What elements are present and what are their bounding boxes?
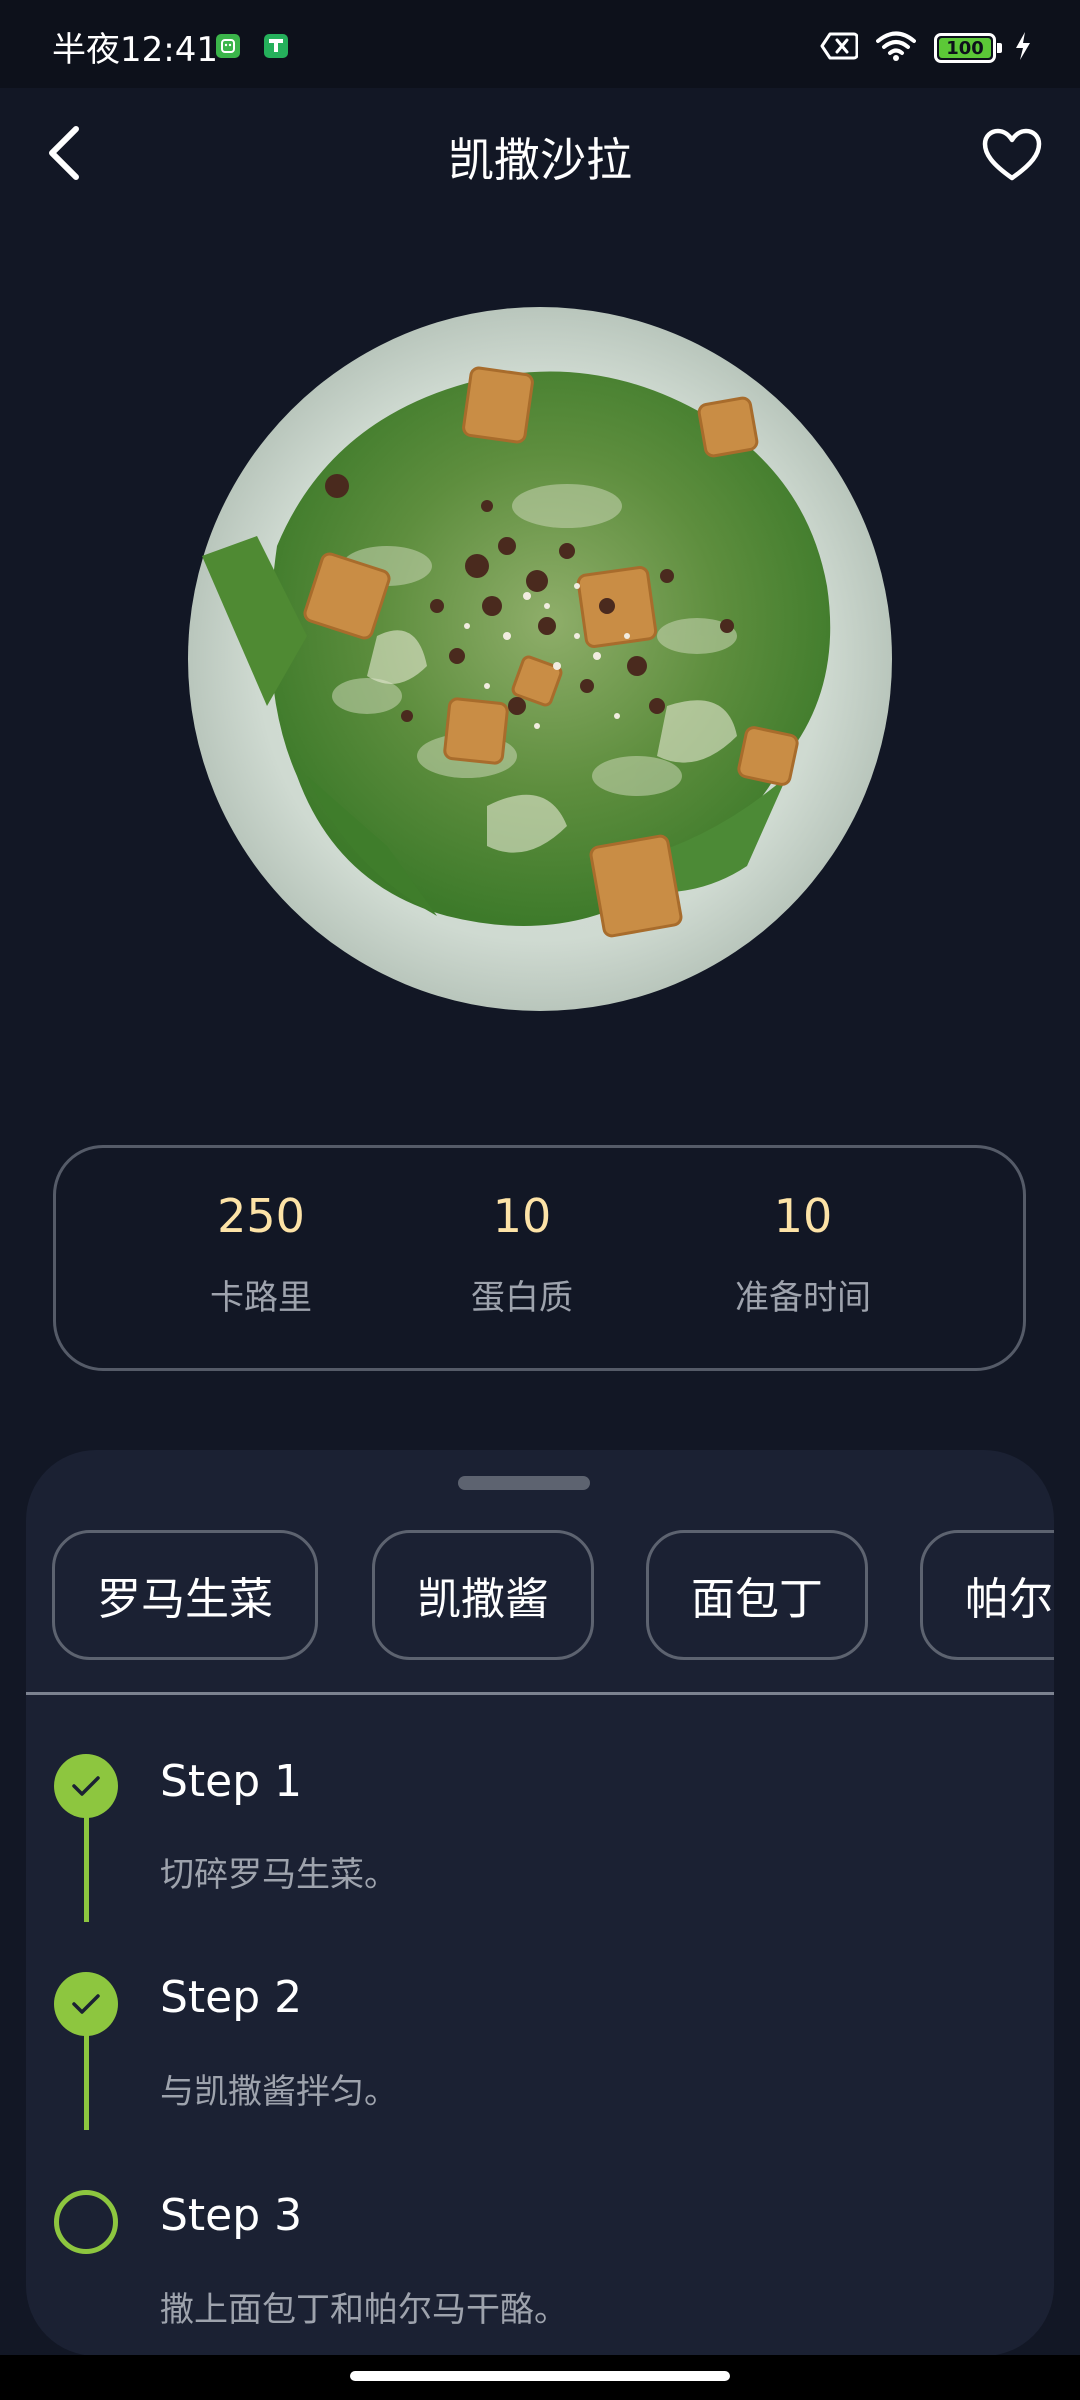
step-description: 与凯撒酱拌匀。 <box>160 2072 398 2112</box>
step-complete-marker[interactable] <box>54 1754 118 1818</box>
ingredient-chip[interactable]: 面包丁 <box>646 1530 868 1660</box>
no-sim-icon <box>820 31 859 65</box>
check-icon <box>72 1994 100 2014</box>
status-time: 半夜12:41 <box>52 30 218 70</box>
status-indicators: 100 <box>820 28 1032 68</box>
ingredient-chip[interactable]: 罗马生菜 <box>52 1530 318 1660</box>
step-pending-marker[interactable] <box>54 2190 118 2254</box>
step-title: Step 3 <box>160 2190 303 2241</box>
stat-prep-time: 10 准备时间 <box>683 1186 923 1319</box>
app-store-icon <box>264 34 288 58</box>
dish-image <box>187 306 893 1012</box>
stat-label: 蛋白质 <box>471 1278 573 1318</box>
drag-handle[interactable] <box>458 1476 590 1490</box>
app-notification-icon <box>216 34 240 58</box>
wifi-icon <box>876 30 916 66</box>
stat-protein: 10 蛋白质 <box>402 1186 642 1319</box>
check-icon <box>72 1776 100 1796</box>
recipe-bottom-sheet[interactable]: 罗马生菜 凯撒酱 面包丁 帕尔 Step 1 切碎罗马生菜。 Step 2 与凯… <box>26 1450 1054 2355</box>
favorite-button[interactable] <box>974 120 1050 190</box>
status-bar: 半夜12:41 100 <box>0 0 1080 88</box>
page-title: 凯撒沙拉 <box>448 133 632 187</box>
navigation-bar <box>0 2355 1080 2400</box>
ingredient-chip[interactable]: 帕尔 <box>920 1530 1054 1660</box>
battery-level: 100 <box>939 38 991 59</box>
recipe-detail-screen: 半夜12:41 100 凯撒沙拉 250 卡路里 10 蛋白质 10 准备时间 … <box>0 0 1080 2355</box>
nutrition-stats-card: 250 卡路里 10 蛋白质 10 准备时间 <box>53 1145 1026 1371</box>
stat-value: 10 <box>492 1189 552 1243</box>
stat-value: 250 <box>217 1189 305 1243</box>
ingredient-chip[interactable]: 凯撒酱 <box>372 1530 594 1660</box>
stat-label: 卡路里 <box>210 1278 312 1318</box>
ingredient-chips[interactable]: 罗马生菜 凯撒酱 面包丁 帕尔 <box>52 1530 1054 1660</box>
step-description: 撒上面包丁和帕尔马干酪。 <box>160 2290 568 2330</box>
stat-label: 准备时间 <box>735 1278 871 1318</box>
home-indicator[interactable] <box>350 2371 730 2381</box>
battery-icon: 100 <box>934 33 1002 63</box>
charging-icon <box>1014 31 1032 65</box>
divider <box>26 1692 1054 1695</box>
step-title: Step 1 <box>160 1756 303 1807</box>
step-title: Step 2 <box>160 1972 303 2023</box>
stat-value: 10 <box>773 1189 833 1243</box>
step-description: 切碎罗马生菜。 <box>160 1855 398 1895</box>
step-complete-marker[interactable] <box>54 1972 118 2036</box>
stat-calories: 250 卡路里 <box>141 1186 381 1319</box>
heart-outline-icon <box>982 128 1042 181</box>
